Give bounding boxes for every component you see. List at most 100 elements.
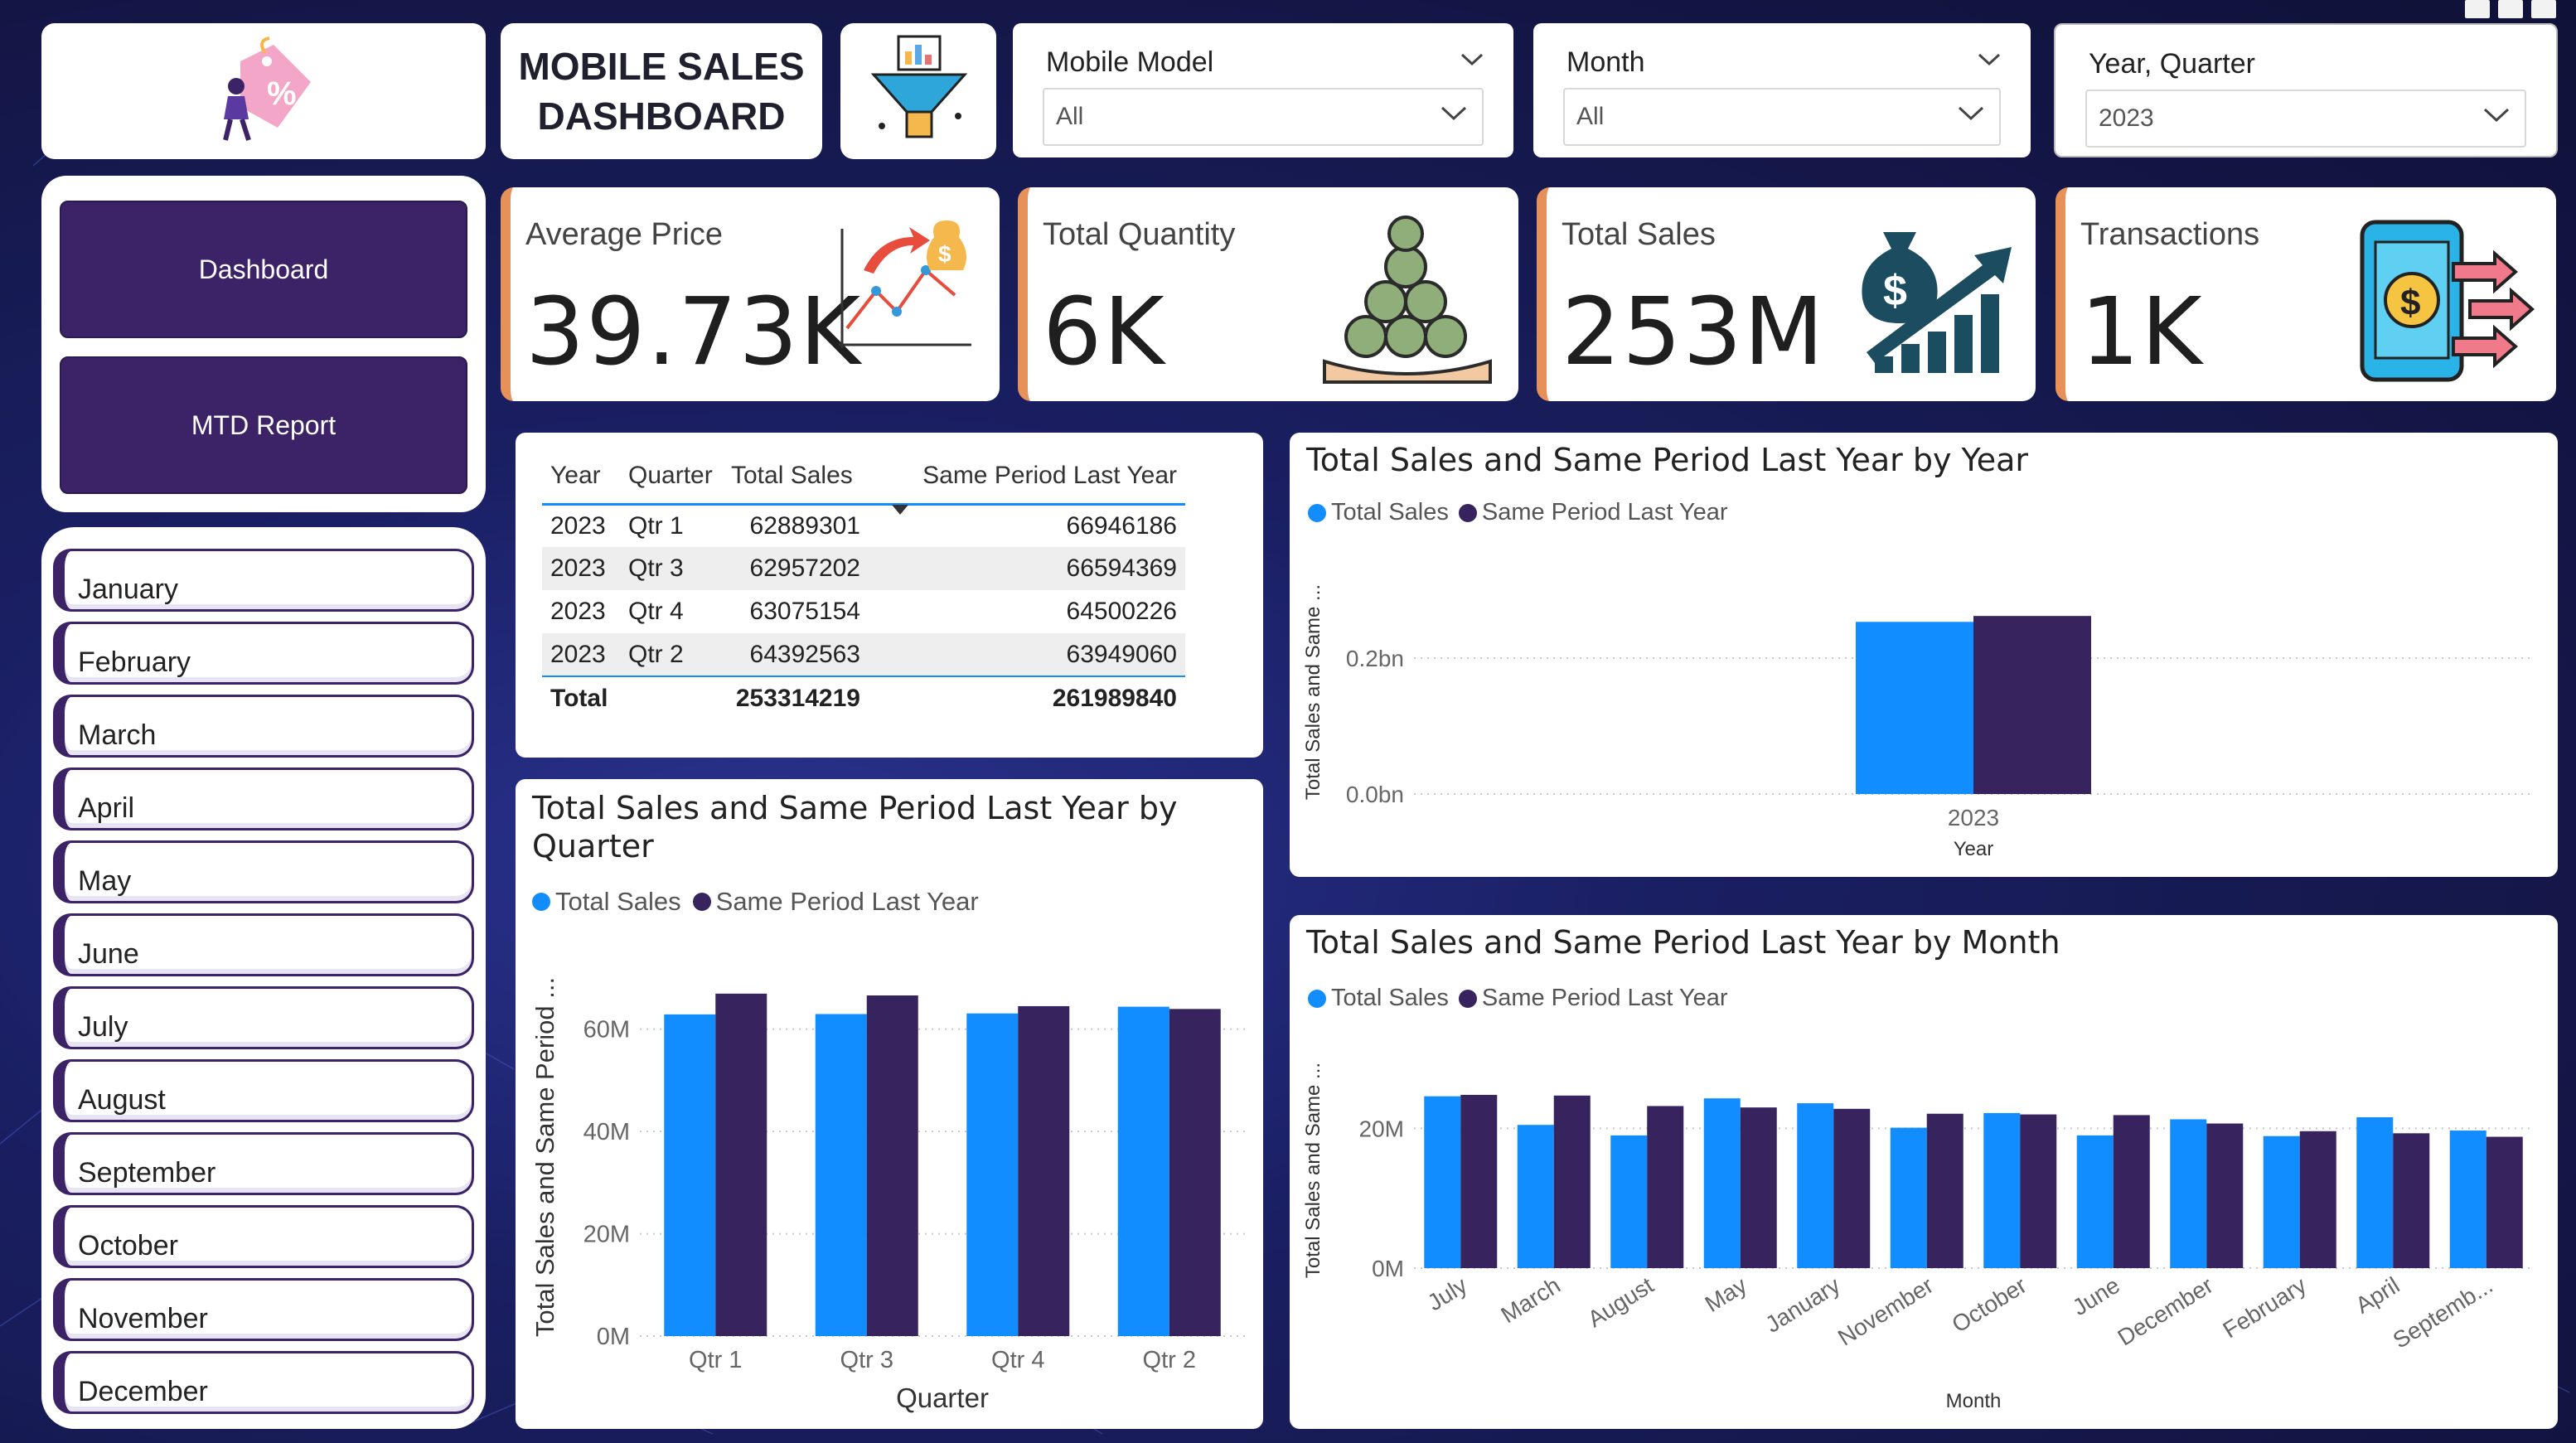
kpi-average-price: Average Price 39.73K $ [501,187,1000,401]
table-row[interactable]: 2023 Qtr 3 62957202 66594369 [542,547,1185,590]
bar-same-period[interactable] [2206,1123,2244,1268]
y-tick-label: 0M [597,1324,630,1350]
focus-mode-icon[interactable] [2498,0,2523,18]
discount-tag-icon: % [223,36,311,141]
bar-total-sales[interactable] [2076,1135,2114,1268]
visual-header-icons [2465,0,2573,18]
bar-same-period[interactable] [1460,1094,1498,1268]
y-tick-label: 40M [583,1119,630,1145]
bar-same-period[interactable] [2486,1136,2523,1268]
bar-total-sales[interactable] [2356,1116,2394,1268]
month-button-september[interactable]: September [53,1132,474,1195]
bar-total-sales[interactable] [1890,1127,1927,1268]
bar-total-sales[interactable] [2449,1130,2486,1268]
bar-same-period[interactable] [2393,1133,2430,1268]
chart-by-month[interactable]: 0M 20M July March August May JanuaryNovember Oc… [1290,915,2558,1429]
bar-total-sales[interactable] [1610,1135,1648,1268]
bar-same-period[interactable] [2299,1131,2336,1268]
month-button-march[interactable]: March [53,695,474,758]
bar-total-sales[interactable] [1797,1103,1834,1268]
bar-total-sales[interactable] [1517,1125,1554,1268]
y-tick-label: 20M [583,1222,630,1248]
month-button-february[interactable]: February [53,622,474,685]
bar-same-period[interactable] [1553,1095,1591,1268]
column-header-total-sales[interactable]: Total Sales [723,449,869,506]
chevron-down-icon[interactable] [1441,106,1467,121]
column-header-quarter[interactable]: Quarter [620,449,723,506]
chevron-down-icon[interactable] [2483,108,2510,123]
sort-descending-icon[interactable] [892,504,908,515]
nav-panel: Dashboard MTD Report [41,176,486,512]
month-label: September [78,1157,216,1189]
bar-total-sales[interactable] [1856,622,1973,794]
bar-same-period[interactable] [2020,1114,2057,1268]
bar-same-period[interactable] [1647,1106,1684,1268]
table-row[interactable]: 2023 Qtr 4 63075154 64500226 [542,590,1185,633]
month-button-december[interactable]: December [53,1351,474,1414]
bar-same-period[interactable] [1740,1107,1777,1268]
bar-total-sales[interactable] [2170,1119,2207,1268]
kpi-transactions: Transactions 1K $ [2055,187,2556,401]
bar-same-period[interactable] [1833,1108,1871,1268]
bar-total-sales[interactable] [815,1014,867,1336]
cell-year: 2023 [542,547,620,590]
mobile-model-dropdown[interactable]: All [1043,88,1484,146]
bar-same-period[interactable] [1169,1009,1221,1336]
bar-total-sales[interactable] [1703,1098,1741,1268]
bar-same-period[interactable] [1973,616,2091,794]
month-button-january[interactable]: January [53,549,474,612]
money-growth-icon: $ [1862,232,2012,373]
x-tick-label: October [1948,1272,2031,1338]
svg-text:$: $ [938,241,951,267]
month-button-may[interactable]: May [53,840,474,903]
month-dropdown[interactable]: All [1563,88,2001,146]
month-button-november[interactable]: November [53,1278,474,1341]
month-button-october[interactable]: October [53,1205,474,1268]
kpi-value: 253M [1562,278,1826,386]
table-row[interactable]: 2023 Qtr 1 62889301 66946186 [542,504,1185,547]
dashboard-button[interactable]: Dashboard [60,201,467,338]
title-card: MOBILE SALES DASHBOARD [501,23,822,159]
year-quarter-slicer[interactable]: Year, Quarter 2023 [2054,23,2558,157]
chevron-down-icon[interactable] [1958,106,1984,121]
column-header-year[interactable]: Year [542,449,620,506]
bar-same-period[interactable] [1018,1005,1070,1336]
month-list-panel: January February March April May June Ju… [41,527,486,1429]
x-tick-label: January [1761,1272,1845,1338]
x-tick-label: April [2351,1272,2404,1319]
chart-by-quarter[interactable]: 0M20M40M60MQtr 1 Qtr 3 Qtr 4 Qtr 2QuarterTo… [516,779,1263,1429]
year-quarter-dropdown[interactable]: 2023 [2085,90,2526,148]
bar-total-sales[interactable] [1424,1096,1461,1268]
quarter-sales-table[interactable]: Year Quarter Total Sales Same Period Las… [542,449,1185,719]
x-tick-label: November [1833,1272,1938,1351]
month-slicer[interactable]: Month All [1533,23,2031,157]
y-tick-label: 0.0bn [1346,782,1404,807]
mobile-payment-icon: $ [2360,220,2535,382]
bar-total-sales[interactable] [966,1013,1019,1336]
x-tick-label: Qtr 4 [991,1347,1044,1373]
mtd-report-button[interactable]: MTD Report [60,356,467,494]
bar-same-period[interactable] [1926,1113,1963,1268]
month-button-june[interactable]: June [53,913,474,976]
chart-by-year[interactable]: 0.0bn 0.2bn 2023 Year Total Sales and Same .… [1290,433,2558,877]
bar-total-sales[interactable] [1117,1006,1169,1336]
page-title: MOBILE SALES DASHBOARD [501,23,822,159]
bar-total-sales[interactable] [1983,1112,2021,1268]
bar-same-period[interactable] [2113,1115,2150,1268]
table-row[interactable]: 2023 Qtr 2 64392563 63949060 [542,633,1185,676]
month-button-april[interactable]: April [53,768,474,830]
bar-total-sales[interactable] [2263,1136,2300,1268]
chevron-down-icon[interactable] [1978,53,2001,66]
month-button-july[interactable]: July [53,986,474,1049]
cell-same-period: 63949060 [869,633,1185,676]
bar-same-period[interactable] [715,993,767,1336]
x-tick-label: Qtr 3 [840,1347,893,1373]
month-button-august[interactable]: August [53,1059,474,1122]
bar-total-sales[interactable] [664,1014,716,1336]
mobile-model-slicer[interactable]: Mobile Model All [1013,23,1513,157]
filter-icon[interactable] [2465,0,2490,18]
column-header-same-period[interactable]: Same Period Last Year [869,449,1185,515]
more-options-icon[interactable] [2531,0,2556,18]
chevron-down-icon[interactable] [1460,53,1484,66]
bar-same-period[interactable] [866,995,918,1336]
